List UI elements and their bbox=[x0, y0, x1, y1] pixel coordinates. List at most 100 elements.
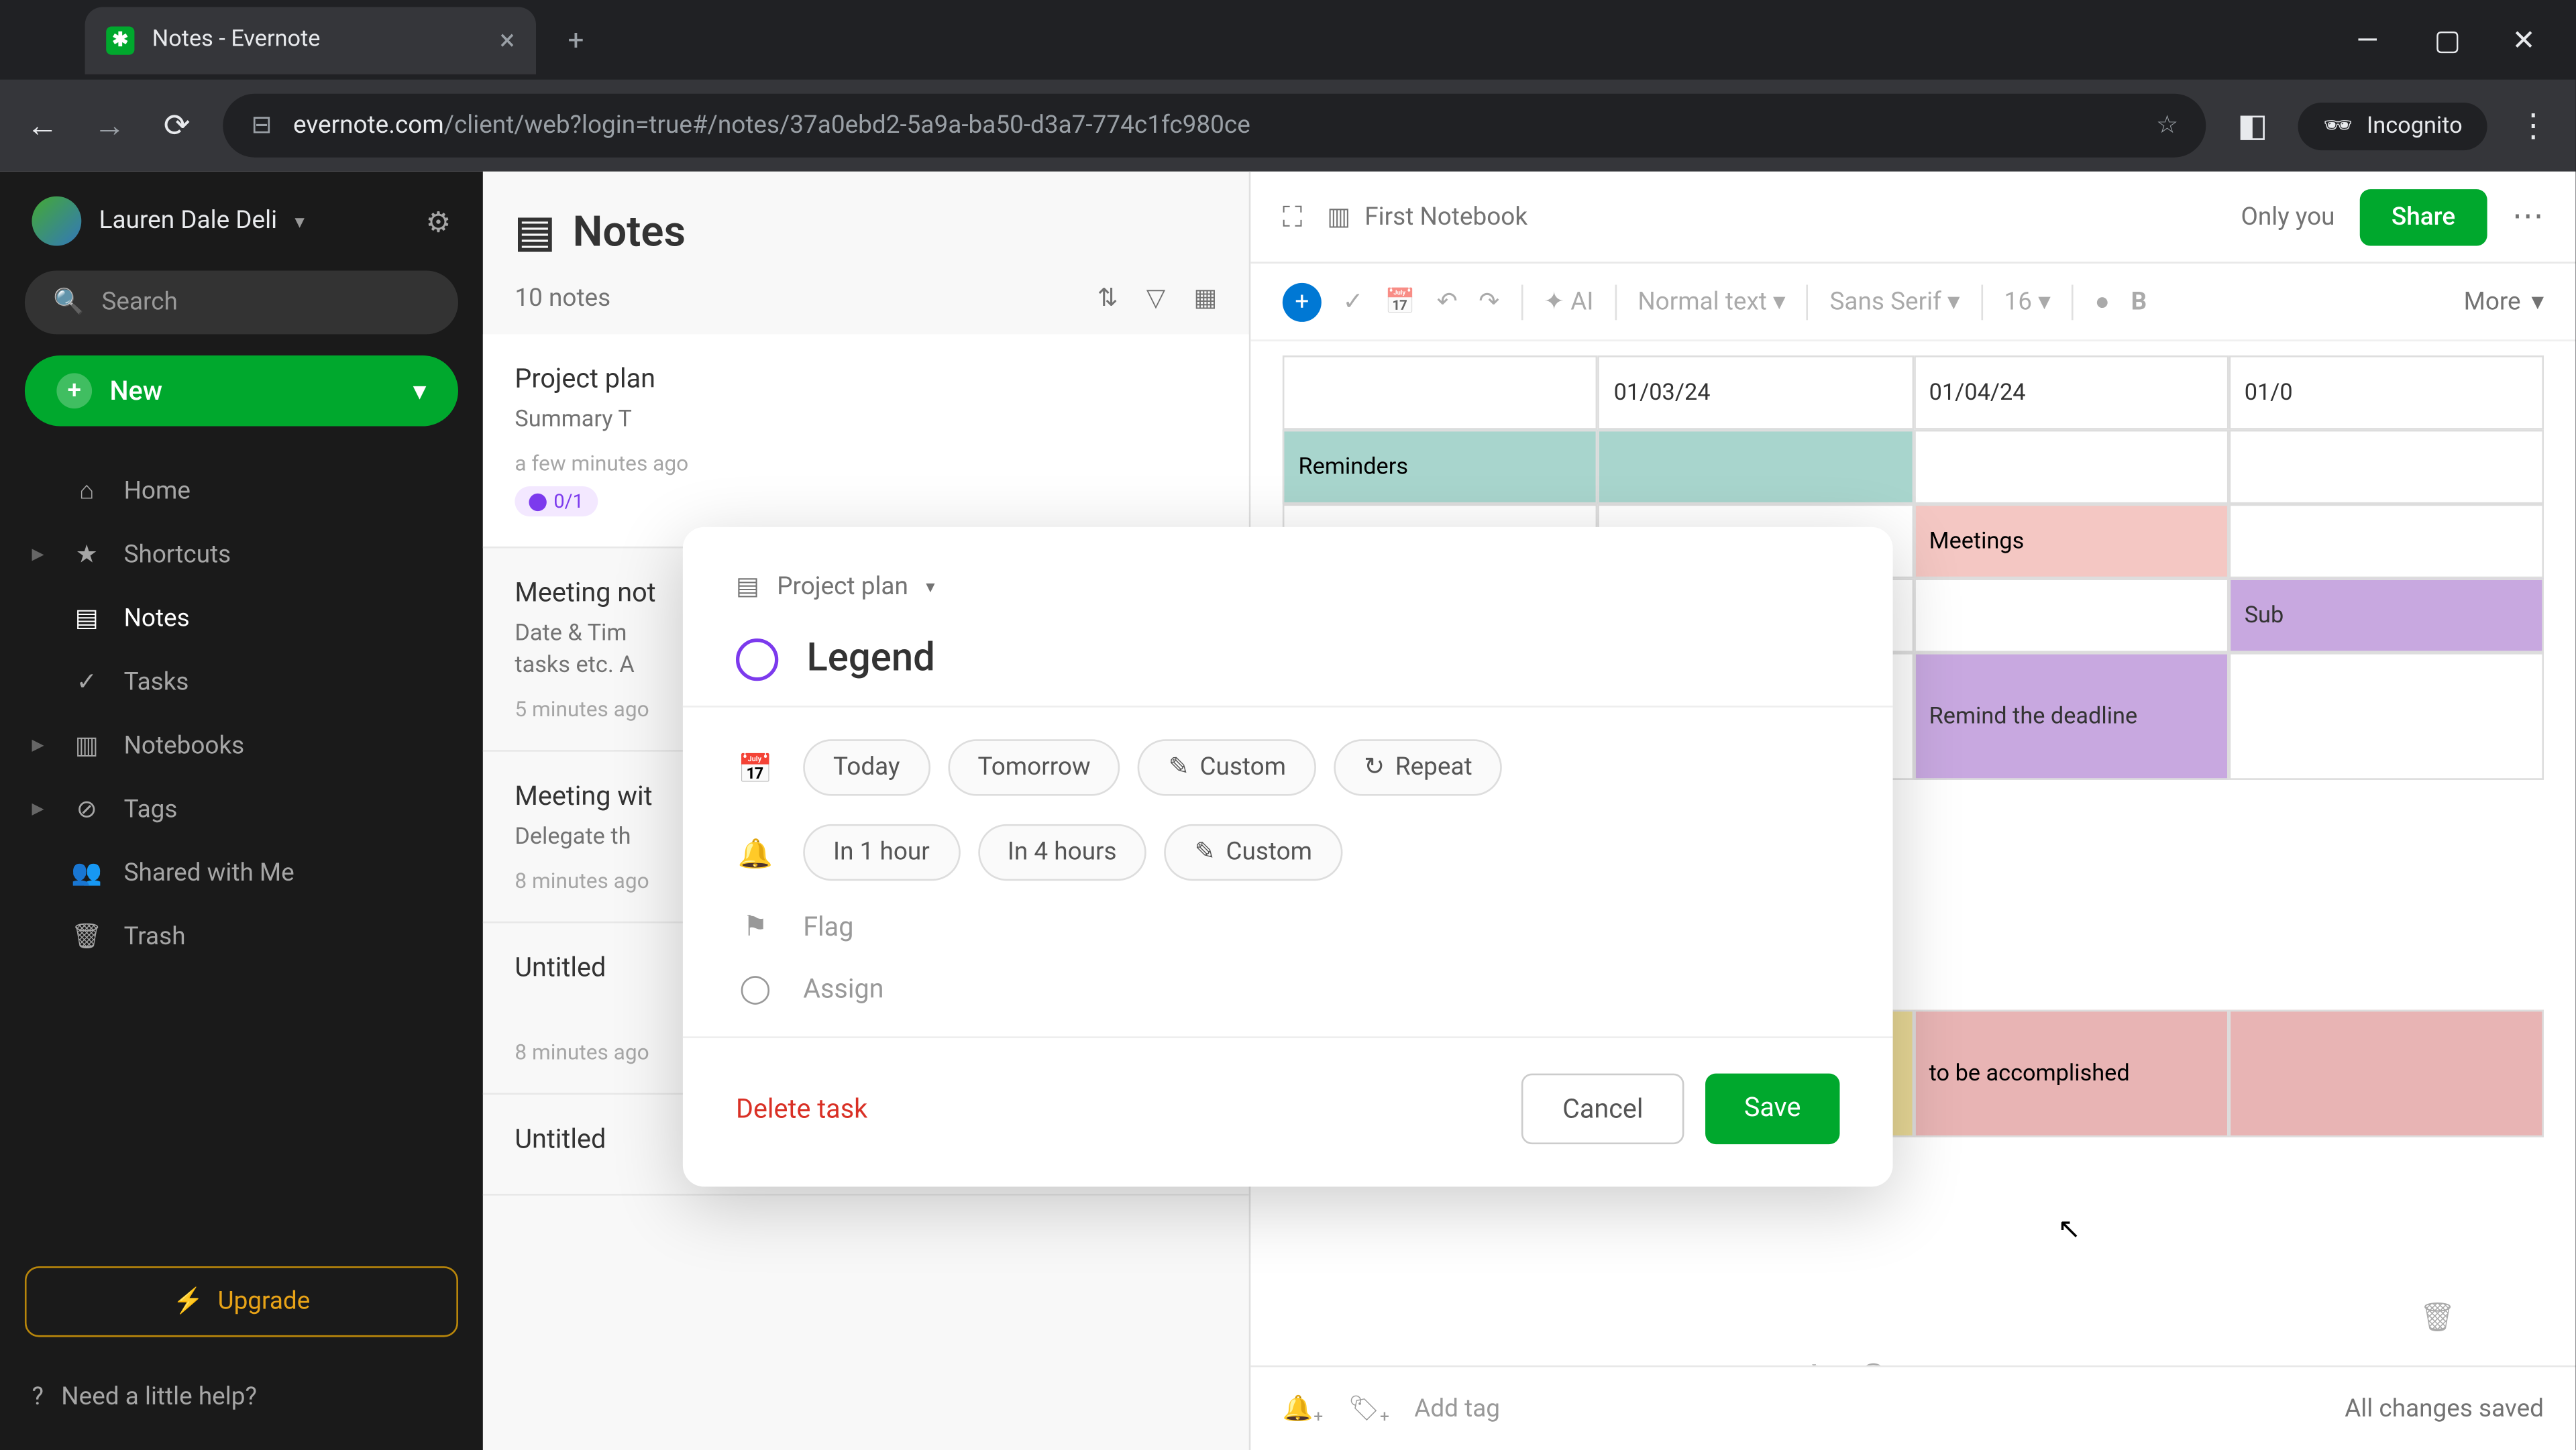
browser-menu-icon[interactable]: ⋮ bbox=[2512, 107, 2555, 144]
table-cell[interactable] bbox=[1913, 578, 2229, 653]
task-icon[interactable]: ✓ bbox=[1342, 288, 1363, 316]
repeat-icon: ↻ bbox=[1364, 753, 1385, 781]
minimize-icon[interactable]: — bbox=[2356, 23, 2384, 56]
add-tag-label[interactable]: Add tag bbox=[1414, 1394, 1500, 1423]
view-icon[interactable]: ▦ bbox=[1193, 285, 1217, 313]
search-icon: 🔍 bbox=[53, 288, 84, 317]
sidebar-item-trash[interactable]: 🗑Trash bbox=[0, 905, 483, 969]
paragraph-style-select[interactable]: Normal text ▾ bbox=[1638, 288, 1785, 316]
sidebar-item-tags[interactable]: ▶⊘Tags bbox=[0, 778, 483, 842]
remind-custom-chip[interactable]: ✎Custom bbox=[1165, 824, 1342, 881]
remind-4h-chip[interactable]: In 4 hours bbox=[977, 824, 1146, 881]
filter-icon[interactable]: ▽ bbox=[1146, 285, 1165, 313]
delete-icon[interactable]: 🗑 bbox=[2420, 1300, 2456, 1333]
table-cell[interactable]: Remind the deadline bbox=[1913, 653, 2229, 780]
delete-task-button[interactable]: Delete task bbox=[736, 1093, 867, 1125]
back-button[interactable]: ← bbox=[21, 107, 64, 144]
sidebar: Lauren Dale Deli ▾ ⚙ 🔍 Search + New ▾ ⌂H… bbox=[0, 172, 483, 1450]
table-cell[interactable]: 01/04/24 bbox=[1913, 355, 2229, 430]
repeat-chip[interactable]: ↻Repeat bbox=[1334, 739, 1502, 795]
forward-button[interactable]: → bbox=[89, 107, 131, 144]
calendar-icon: 📅 bbox=[736, 750, 775, 784]
font-select[interactable]: Sans Serif ▾ bbox=[1829, 288, 1960, 316]
sidebar-item-home[interactable]: ⌂Home bbox=[0, 458, 483, 524]
browser-tab[interactable]: ✱ Notes - Evernote × bbox=[85, 6, 536, 73]
table-cell[interactable] bbox=[2229, 1010, 2544, 1137]
table-cell[interactable]: Reminders bbox=[1283, 430, 1598, 504]
assign-button[interactable]: Assign bbox=[803, 972, 883, 1003]
table-cell[interactable] bbox=[2229, 653, 2544, 780]
lightning-icon: ⚡ bbox=[173, 1288, 204, 1316]
expand-icon[interactable]: ▶ bbox=[32, 547, 49, 564]
sidebar-item-shortcuts[interactable]: ▶★Shortcuts bbox=[0, 524, 483, 588]
insert-button[interactable]: + bbox=[1283, 282, 1322, 321]
table-cell[interactable] bbox=[1283, 355, 1598, 430]
search-input[interactable]: 🔍 Search bbox=[25, 270, 458, 334]
save-button[interactable]: Save bbox=[1705, 1074, 1840, 1144]
help-link[interactable]: ?Need a little help? bbox=[25, 1369, 458, 1425]
text-color-icon[interactable]: ● bbox=[2095, 286, 2110, 317]
close-tab-icon[interactable]: × bbox=[500, 23, 515, 56]
due-custom-chip[interactable]: ✎Custom bbox=[1138, 739, 1316, 795]
ai-button[interactable]: ✦ AI bbox=[1544, 288, 1593, 316]
expand-icon[interactable]: ⛶ bbox=[1283, 199, 1303, 235]
calendar-icon[interactable]: 📅 bbox=[1385, 288, 1415, 316]
flag-button[interactable]: Flag bbox=[803, 910, 853, 942]
site-info-icon[interactable]: ⊟ bbox=[251, 111, 272, 140]
table-cell[interactable]: to be accomplished bbox=[1913, 1010, 2229, 1137]
redo-icon[interactable]: ↷ bbox=[1479, 288, 1499, 316]
task-title-input[interactable]: Legend bbox=[806, 636, 934, 681]
undo-icon[interactable]: ↶ bbox=[1437, 288, 1458, 316]
due-tomorrow-chip[interactable]: Tomorrow bbox=[948, 739, 1121, 795]
expand-icon[interactable]: ▶ bbox=[32, 801, 49, 819]
more-icon[interactable]: ⋯ bbox=[1914, 1358, 1942, 1365]
table-cell[interactable] bbox=[2229, 430, 2544, 504]
flag-icon[interactable]: ⚑ bbox=[1807, 1358, 1833, 1365]
bold-icon[interactable]: B bbox=[2131, 288, 2147, 316]
cancel-button[interactable]: Cancel bbox=[1521, 1074, 1684, 1144]
table-cell[interactable] bbox=[1913, 430, 2229, 504]
add-reminder-icon[interactable]: 🔔₊ bbox=[1283, 1394, 1324, 1423]
notebook-selector[interactable]: ▥First Notebook bbox=[1327, 203, 1527, 231]
task-modal: ▤ Project plan ▾ Legend 📅 Today Tomorrow… bbox=[683, 527, 1893, 1187]
more-actions-icon[interactable]: ⋯ bbox=[2512, 198, 2544, 235]
add-tag-icon[interactable]: 🏷₊ bbox=[1348, 1394, 1390, 1423]
badge-dot-icon bbox=[529, 493, 546, 510]
sidebar-item-notes[interactable]: ▤Notes bbox=[0, 587, 483, 651]
upgrade-button[interactable]: ⚡Upgrade bbox=[25, 1266, 458, 1337]
table-cell[interactable] bbox=[2229, 504, 2544, 579]
maximize-icon[interactable]: ▢ bbox=[2434, 23, 2463, 56]
bookmark-icon[interactable]: ☆ bbox=[2156, 111, 2178, 140]
new-button[interactable]: + New ▾ bbox=[25, 355, 458, 426]
parent-note-selector[interactable]: ▤ Project plan ▾ bbox=[736, 573, 1839, 601]
close-window-icon[interactable]: ✕ bbox=[2512, 23, 2540, 56]
font-size-select[interactable]: 16 ▾ bbox=[2004, 288, 2051, 316]
table-cell[interactable]: 01/0 bbox=[2229, 355, 2544, 430]
sort-icon[interactable]: ⇅ bbox=[1097, 285, 1118, 313]
side-panel-icon[interactable]: ◧ bbox=[2231, 107, 2273, 144]
address-bar[interactable]: ⊟ evernote.com/client/web?login=true#/no… bbox=[223, 94, 2206, 158]
account-switcher[interactable]: Lauren Dale Deli ▾ ⚙ bbox=[0, 197, 483, 271]
tag-icon: ⊘ bbox=[70, 796, 102, 824]
share-button[interactable]: Share bbox=[2359, 188, 2487, 245]
incognito-badge[interactable]: 🕶 Incognito bbox=[2298, 102, 2487, 150]
plus-icon: + bbox=[56, 373, 92, 408]
settings-icon[interactable]: ⚙ bbox=[426, 205, 451, 238]
expand-icon[interactable]: ▶ bbox=[32, 738, 49, 755]
note-list-item[interactable]: Project plan Summary T a few minutes ago… bbox=[483, 334, 1249, 547]
sidebar-item-tasks[interactable]: ✓Tasks bbox=[0, 651, 483, 714]
table-cell[interactable]: 01/03/24 bbox=[1598, 355, 1913, 430]
table-cell[interactable]: Meetings bbox=[1913, 504, 2229, 579]
incognito-icon: 🕶 bbox=[2323, 112, 2353, 139]
sidebar-item-shared[interactable]: 👥Shared with Me bbox=[0, 842, 483, 905]
new-tab-button[interactable]: + bbox=[568, 23, 584, 56]
more-formatting[interactable]: More ▾ bbox=[2464, 288, 2544, 316]
reload-button[interactable]: ⟳ bbox=[156, 107, 198, 144]
assign-icon[interactable]: ◯ bbox=[1858, 1358, 1889, 1365]
due-today-chip[interactable]: Today bbox=[803, 739, 930, 795]
table-cell[interactable]: Sub bbox=[2229, 578, 2544, 653]
sidebar-item-notebooks[interactable]: ▶▥Notebooks bbox=[0, 714, 483, 778]
remind-1h-chip[interactable]: In 1 hour bbox=[803, 824, 959, 881]
task-checkbox[interactable] bbox=[736, 638, 778, 680]
table-cell[interactable] bbox=[1598, 430, 1913, 504]
